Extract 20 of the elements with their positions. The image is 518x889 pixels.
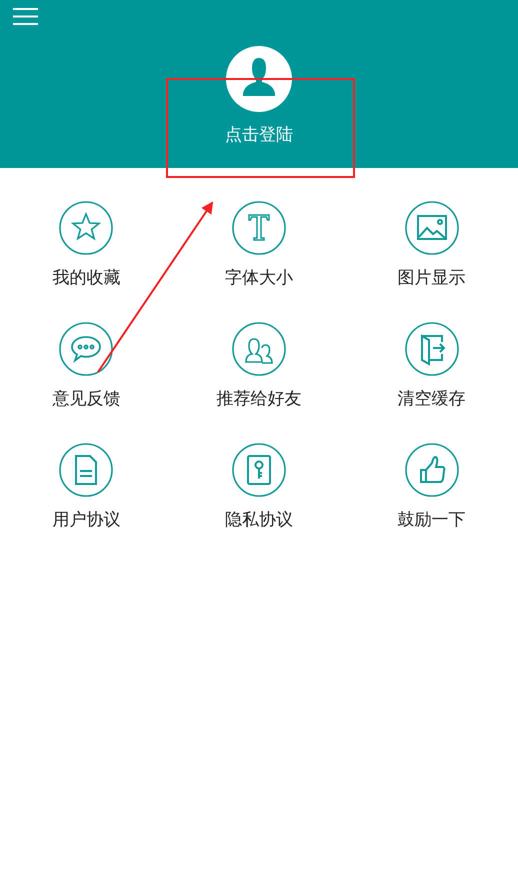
menu-item[interactable]: 意见反馈 <box>52 322 120 410</box>
menu-item[interactable]: 我的收藏 <box>52 201 120 289</box>
avatar-icon[interactable] <box>226 46 292 112</box>
letter-t-icon <box>232 201 286 255</box>
key-document-icon <box>232 443 286 497</box>
exit-door-icon <box>404 322 459 376</box>
menu-item[interactable]: 用户协议 <box>52 443 120 531</box>
speech-bubble-icon <box>59 322 114 376</box>
menu-item[interactable]: 清空缓存 <box>398 322 466 410</box>
menu-item[interactable]: 鼓励一下 <box>398 443 466 531</box>
image-icon <box>404 201 459 255</box>
two-people-icon <box>232 322 286 376</box>
menu-item[interactable]: 图片显示 <box>398 201 466 289</box>
menu-icon[interactable] <box>13 8 38 25</box>
menu-item[interactable]: 字体大小 <box>224 201 293 289</box>
thumbs-up-icon <box>404 443 459 497</box>
menu-item[interactable]: 推荐给好友 <box>216 322 302 410</box>
login-link[interactable]: 点击登陆 <box>225 124 293 146</box>
menu-item[interactable]: 隐私协议 <box>224 443 293 531</box>
document-icon <box>59 443 114 497</box>
